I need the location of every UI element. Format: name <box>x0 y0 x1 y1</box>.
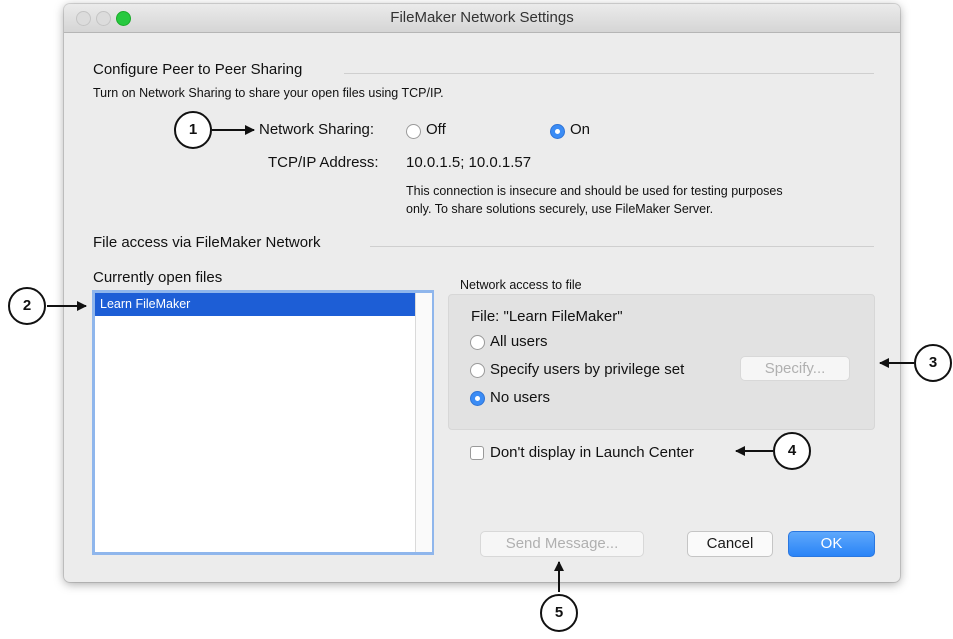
callout-arrows <box>47 125 914 592</box>
callout-4: 4 <box>773 432 811 470</box>
callout-2: 2 <box>8 287 46 325</box>
callout-5: 5 <box>540 594 578 632</box>
callout-3: 3 <box>914 344 952 382</box>
callout-1: 1 <box>174 111 212 149</box>
